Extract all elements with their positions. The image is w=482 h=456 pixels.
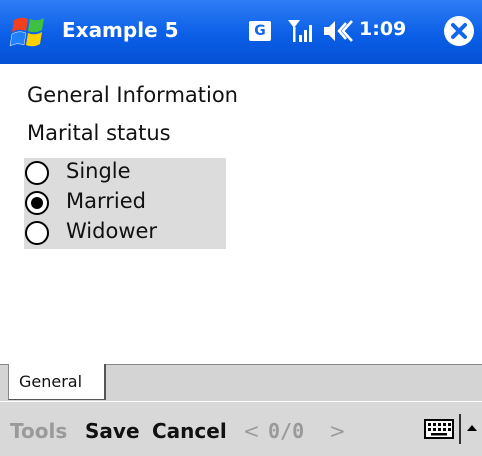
radio-label: Single — [66, 159, 131, 183]
app-title: Example 5 — [62, 18, 179, 42]
tab-general[interactable]: General — [8, 364, 106, 400]
signal-icon[interactable] — [286, 17, 314, 45]
next-button[interactable]: > — [329, 419, 346, 443]
command-bar: Tools Save Cancel < 0/0 > — [0, 401, 482, 456]
caret-up-icon[interactable] — [466, 422, 478, 434]
network-badge[interactable]: G — [249, 21, 271, 41]
save-button[interactable]: Save — [85, 419, 140, 443]
radio-option-widower[interactable]: Widower — [24, 218, 226, 248]
keyboard-icon[interactable] — [424, 418, 454, 440]
windows-start-icon[interactable] — [8, 10, 52, 54]
close-icon[interactable] — [442, 14, 476, 48]
tools-menu[interactable]: Tools — [10, 419, 67, 443]
tab-label: General — [19, 372, 83, 391]
volume-icon[interactable] — [321, 18, 355, 44]
radio-option-married[interactable]: Married — [24, 188, 226, 218]
marital-status-label: Marital status — [27, 121, 171, 145]
section-title: General Information — [27, 83, 238, 107]
record-counter: 0/0 — [268, 419, 305, 443]
title-bar: Example 5 G 1:09 — [0, 0, 482, 64]
radio-label: Married — [66, 189, 146, 213]
previous-button[interactable]: < — [243, 419, 260, 443]
radio-button[interactable] — [25, 161, 49, 185]
cancel-button[interactable]: Cancel — [152, 419, 227, 443]
separator — [459, 414, 461, 444]
tab-strip: General — [0, 364, 482, 401]
clock[interactable]: 1:09 — [359, 18, 406, 40]
radio-option-single[interactable]: Single — [24, 158, 226, 188]
radio-button[interactable] — [25, 221, 49, 245]
marital-status-radio-group: Single Married Widower — [24, 158, 226, 249]
radio-button[interactable] — [25, 191, 49, 215]
radio-label: Widower — [66, 219, 158, 243]
